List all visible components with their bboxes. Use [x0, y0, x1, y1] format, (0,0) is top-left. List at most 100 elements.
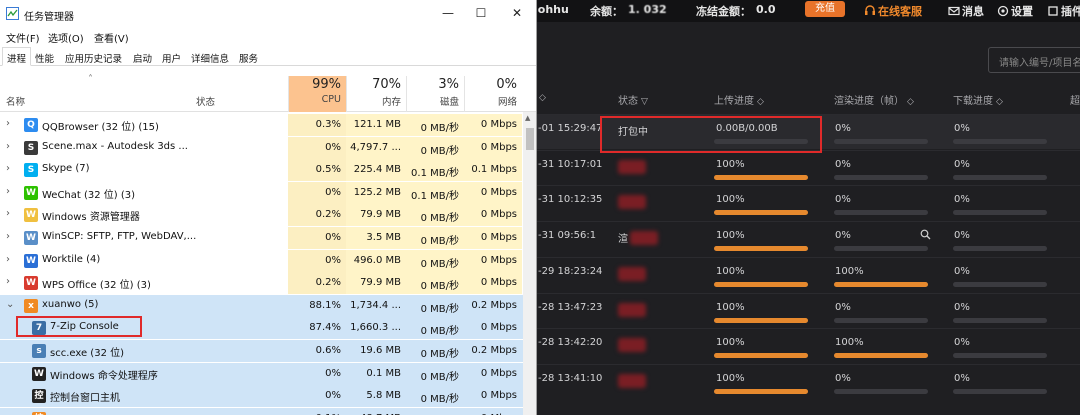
- download-column-header[interactable]: 下载进度 ◇: [953, 92, 1003, 107]
- title-bar[interactable]: 任务管理器 — ☐ ✕: [0, 0, 536, 26]
- process-row[interactable]: › Q QQBrowser (32 位) (15) 0.3% 121.1 MB 0 MB/…: [0, 114, 536, 136]
- memory-value: 79.9 MB: [346, 204, 406, 227]
- process-row[interactable]: › W WeChat (32 位) (3) 0% 125.2 MB 0.1 MB/秒 0 M…: [0, 181, 536, 204]
- plugins-link[interactable]: 插件管: [1047, 3, 1080, 19]
- column-memory[interactable]: 70% 内存: [346, 76, 406, 112]
- memory-value: 1,660.3 ...: [350, 322, 401, 334]
- process-child-row[interactable]: s scc.exe (32 位) 0.6% 19.6 MB 0 MB/秒 0.2 Mbps: [0, 340, 536, 362]
- job-row[interactable]: -28 13:47:23 100% 0% 0%: [530, 292, 1080, 328]
- column-disk[interactable]: 3% 磁盘: [406, 76, 464, 112]
- menu-file[interactable]: 文件(F): [6, 30, 40, 45]
- time-sort-icon[interactable]: ◇: [536, 92, 546, 103]
- chevron-right-icon[interactable]: ›: [6, 276, 10, 287]
- memory-value: 125.2 MB: [346, 181, 406, 204]
- job-row[interactable]: -28 13:42:20 100% 100% 0%: [530, 328, 1080, 363]
- process-name: 控制台窗口主机: [50, 393, 120, 405]
- scroll-up-icon[interactable]: ▲: [525, 114, 530, 122]
- submit-time: -28 13:42:20: [538, 337, 603, 349]
- menu-bar: 文件(F) 选项(O) 查看(V): [0, 27, 536, 45]
- submit-time: -28 13:41:10: [538, 372, 603, 384]
- process-name: Worktile (4): [42, 253, 101, 265]
- disk-value: 0 MB/秒: [406, 408, 464, 415]
- scrollbar-thumb[interactable]: [526, 128, 534, 150]
- memory-value: 3.5 MB: [346, 227, 406, 249]
- tab-details[interactable]: 详细信息: [186, 47, 234, 66]
- headset-icon: [865, 5, 875, 15]
- upload-column-header[interactable]: 上传进度 ◇: [714, 92, 764, 107]
- vertical-scrollbar[interactable]: ▲: [523, 112, 536, 415]
- process-row[interactable]: › W WPS Office (32 位) (3) 0.2% 79.9 MB 0 MB/秒…: [0, 272, 536, 295]
- upload-progress-text: 100%: [716, 194, 745, 206]
- disk-value: 0.1 MB/秒: [406, 159, 464, 182]
- job-row[interactable]: -31 09:56:1 渲 100% 0% 0%: [530, 221, 1080, 256]
- render-progress-bar: [834, 388, 928, 394]
- process-name: scc.exe (32 位): [50, 348, 125, 359]
- column-status[interactable]: 状态: [196, 94, 215, 108]
- minimize-button[interactable]: —: [433, 4, 463, 22]
- search-icon[interactable]: [920, 229, 931, 240]
- memory-value: 496.0 MB: [346, 249, 406, 272]
- highlight-box-7zip: [16, 316, 142, 337]
- process-row[interactable]: › W Worktile (4) 0% 496.0 MB 0 MB/秒 0 Mbps: [0, 249, 536, 272]
- chevron-right-icon[interactable]: ›: [6, 186, 10, 197]
- process-row[interactable]: ⌄ x xuanwo (5) 88.1% 1,734.4 ... 0 MB/秒 0.2 Mb…: [0, 294, 536, 317]
- upload-progress-text: 100%: [716, 337, 745, 349]
- memory-value: 48.7 MB: [346, 408, 406, 415]
- process-child-row[interactable]: 炫炫云客户端0.1%48.7 MB0 MB/秒0 Mbps: [0, 407, 536, 415]
- column-name[interactable]: 名称: [6, 94, 25, 108]
- render-progress-text: 0%: [835, 194, 851, 206]
- cpu-value: 0%: [288, 362, 346, 385]
- disk-value: 0 MB/秒: [420, 371, 459, 383]
- submit-time: -31 09:56:1: [538, 230, 597, 242]
- render-progress-text: 0%: [835, 301, 851, 313]
- maximize-button[interactable]: ☐: [466, 4, 496, 22]
- cpu-value: 0.1%: [288, 407, 346, 415]
- chevron-right-icon[interactable]: ›: [6, 254, 10, 265]
- render-column-header[interactable]: 渲染进度（帧） ◇: [834, 92, 914, 107]
- process-child-row[interactable]: W Windows 命令处理程序 0% 0.1 MB 0 MB/秒 0 Mbps: [0, 362, 536, 385]
- settings-link[interactable]: 设置: [997, 3, 1033, 19]
- process-name: QQBrowser (32 位) (15): [42, 122, 159, 133]
- process-child-row[interactable]: 控控制台窗口主机 0% 5.8 MB 0 MB/秒 0 Mbps: [0, 385, 536, 408]
- disk-value: 0 MB/秒: [420, 394, 459, 406]
- process-row[interactable]: › W Windows 资源管理器 0.2% 79.9 MB 0 MB/秒 0 Mbps: [0, 204, 536, 227]
- upload-progress-bar: [714, 210, 808, 216]
- render-progress-text: 0%: [835, 123, 851, 134]
- chevron-right-icon[interactable]: ›: [6, 118, 10, 129]
- job-row[interactable]: -29 18:23:24 100% 100% 0%: [530, 256, 1080, 292]
- process-row[interactable]: › S Skype (7) 0.5% 225.4 MB 0.1 MB/秒 0.1 Mbps: [0, 159, 536, 182]
- tab-users[interactable]: 用户: [157, 47, 186, 66]
- job-row[interactable]: -28 13:41:10 100% 0% 0%: [530, 363, 1080, 399]
- chevron-right-icon[interactable]: ›: [6, 231, 10, 242]
- search-input[interactable]: 请输入编号/项目名: [988, 47, 1080, 73]
- render-progress-bar: [834, 317, 928, 323]
- chevron-down-icon[interactable]: ⌄: [6, 299, 14, 310]
- window-title: 任务管理器: [24, 12, 74, 23]
- chevron-right-icon[interactable]: ›: [6, 208, 10, 219]
- close-button[interactable]: ✕: [502, 4, 532, 22]
- messages-link[interactable]: 消息: [948, 3, 984, 19]
- download-progress-bar: [953, 246, 1047, 252]
- status-column-header[interactable]: 状态 ▽: [618, 92, 648, 107]
- sort-icon: ◇: [996, 97, 1003, 107]
- column-network[interactable]: 0% 网络: [464, 76, 522, 112]
- qqbrowser-icon: Q: [24, 118, 38, 132]
- process-row[interactable]: › S Scene.max - Autodesk 3ds ... 0% 4,797.7 …: [0, 136, 536, 159]
- charge-button[interactable]: 充值: [805, 1, 845, 17]
- tab-services[interactable]: 服务: [234, 47, 263, 66]
- process-row[interactable]: › W WinSCP: SFTP, FTP, WebDAV,... 0% 3.5 MB 0…: [0, 227, 536, 249]
- tab-startup[interactable]: 启动: [128, 47, 157, 66]
- render-progress-bar: [834, 174, 928, 180]
- chevron-right-icon[interactable]: ›: [6, 163, 10, 174]
- tab-processes[interactable]: 进程: [2, 47, 32, 66]
- job-row[interactable]: -31 10:12:35 100% 0% 0%: [530, 185, 1080, 220]
- online-service-link[interactable]: 在线客服: [864, 3, 922, 19]
- menu-options[interactable]: 选项(O): [48, 30, 84, 45]
- chevron-right-icon[interactable]: ›: [6, 141, 10, 152]
- tab-app-history[interactable]: 应用历史记录: [60, 47, 127, 66]
- menu-view[interactable]: 查看(V): [94, 30, 129, 45]
- tab-performance[interactable]: 性能: [30, 47, 59, 66]
- extra-column-header[interactable]: 超: [1070, 92, 1080, 107]
- job-row[interactable]: -31 10:17:01 100% 0% 0%: [530, 149, 1080, 185]
- column-cpu[interactable]: 99% CPU: [288, 76, 346, 112]
